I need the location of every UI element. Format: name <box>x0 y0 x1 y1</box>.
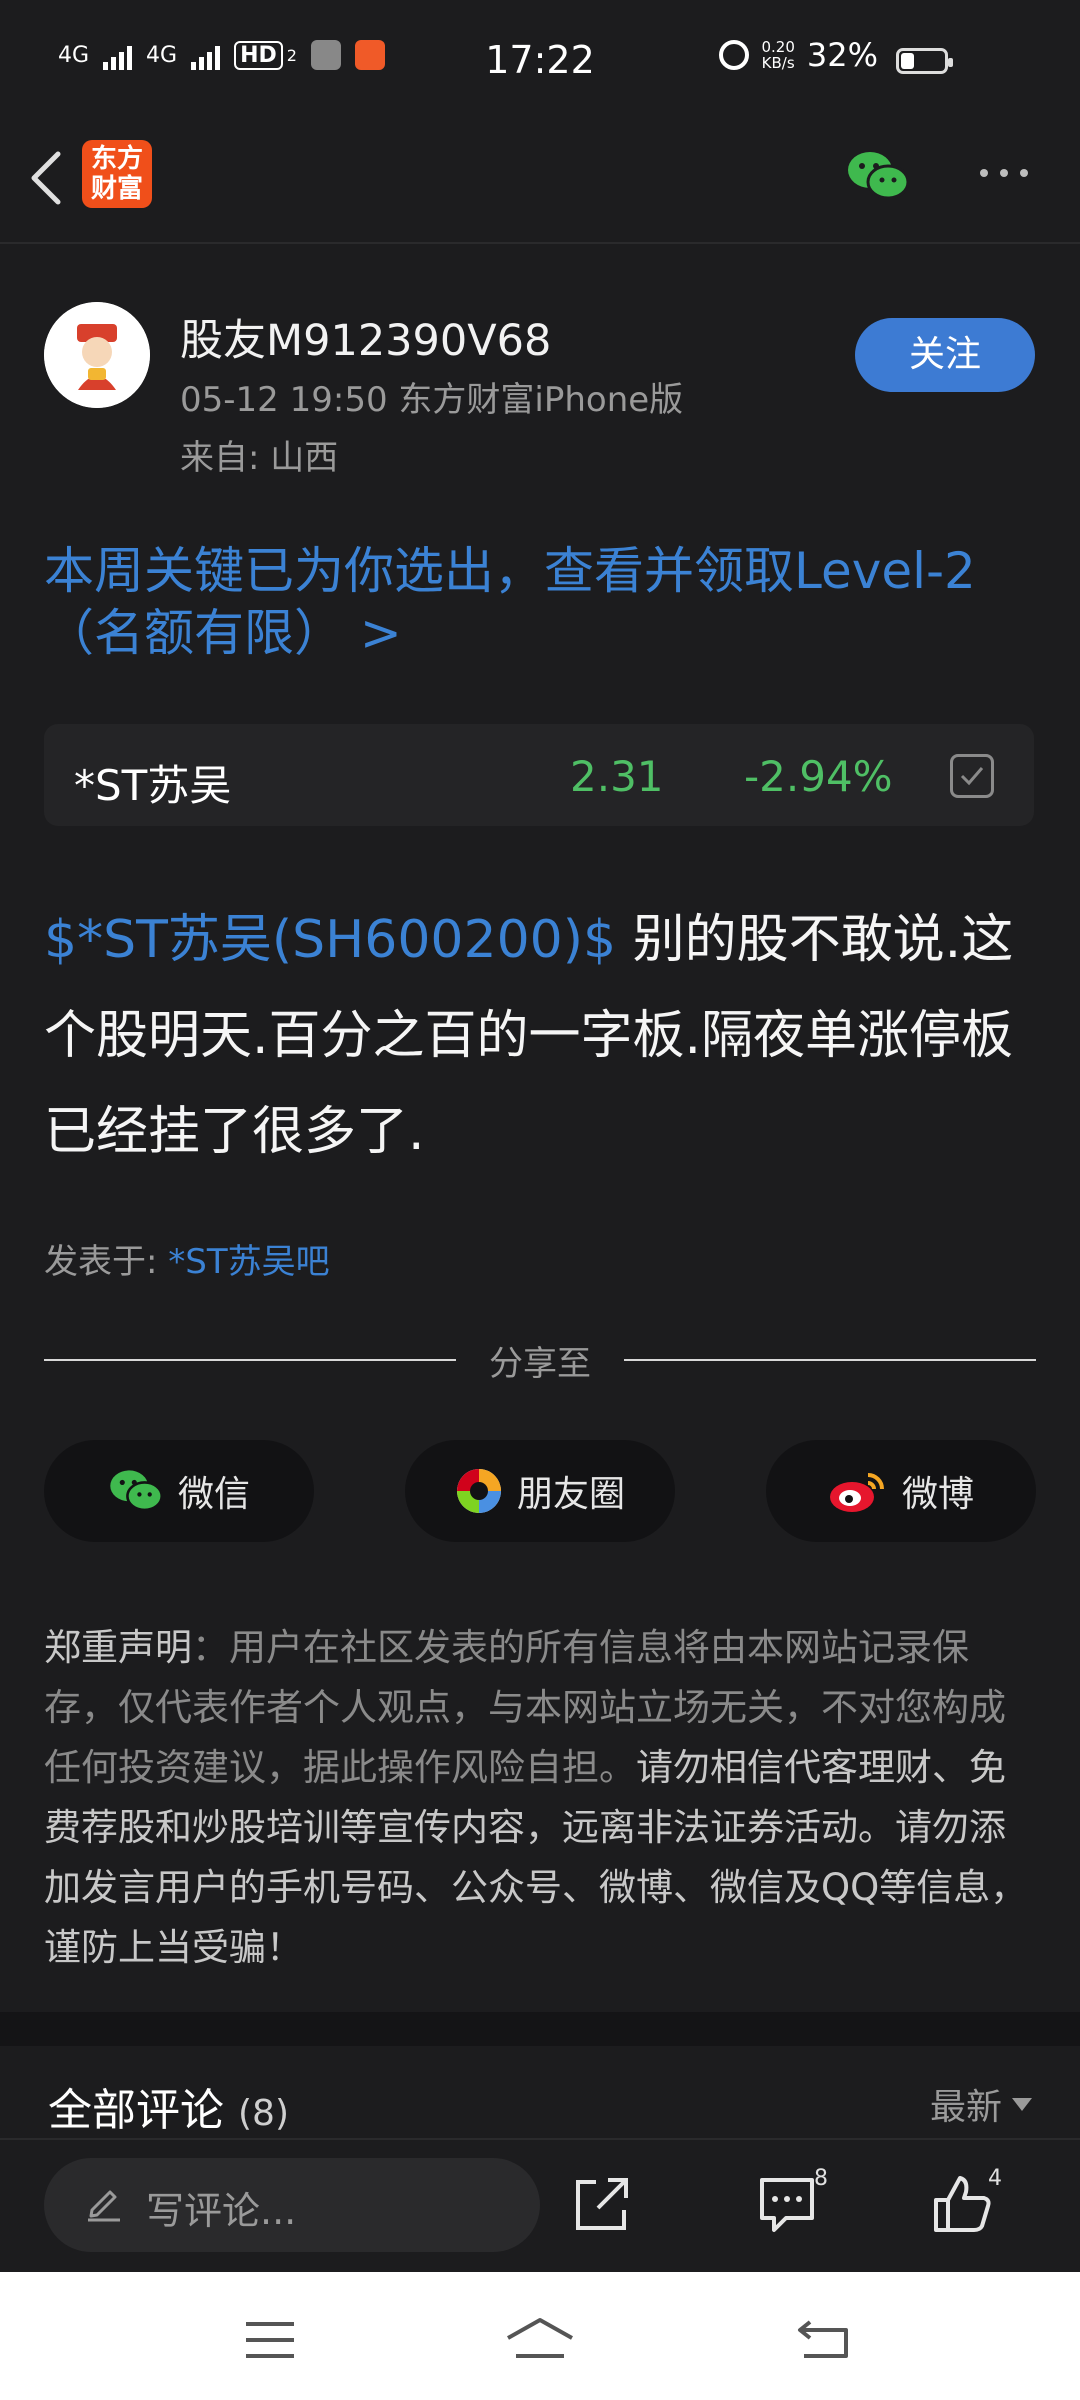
stock-name: *ST苏吴 <box>74 761 232 810</box>
home-icon[interactable] <box>504 2316 576 2360</box>
stock-price: 2.31 <box>570 752 664 801</box>
battery-nub <box>948 58 953 67</box>
battery-level <box>901 53 914 69</box>
system-navigation-bar <box>0 2272 1080 2400</box>
more-icon[interactable] <box>976 160 1032 186</box>
share-wechat-label: 微信 <box>177 1474 250 1515</box>
network-speed: 0.20 KB/s <box>761 39 794 71</box>
watchlist-check-icon[interactable] <box>950 754 994 798</box>
section-divider <box>0 2012 1080 2046</box>
status-bar-content: 4G 4G HD 2 17:22 0.20 KB/s 32% <box>0 0 1080 120</box>
post-content: $*ST苏吴(SH600200)$ 别的股不敢说.这个股明天.百分之百的一字板.… <box>44 892 1034 1180</box>
share-icon[interactable] <box>570 2172 634 2236</box>
comment-count-button[interactable]: 8 <box>756 2166 846 2246</box>
caret-down-icon <box>1012 2097 1032 2111</box>
share-divider-right <box>624 1359 1036 1361</box>
thumbs-up-icon <box>934 2176 991 2232</box>
like-button[interactable]: 4 <box>932 2166 1012 2246</box>
stock-change: -2.94% <box>744 752 893 801</box>
share-wechat-button[interactable]: 微信 <box>44 1440 314 1542</box>
back-nav-icon[interactable] <box>796 2316 852 2360</box>
battery-percent: 32% <box>806 36 878 74</box>
share-weibo-button[interactable]: 微博 <box>766 1440 1036 1542</box>
post-location: 来自: 山西 <box>180 438 339 478</box>
speed-unit: KB/s <box>761 54 795 72</box>
stock-tag-link[interactable]: $*ST苏吴(SH600200)$ <box>44 910 616 970</box>
app-logo[interactable]: 东方 财富 <box>82 140 152 208</box>
post-meta: 05-12 19:50 东方财富iPhone版 <box>180 380 684 420</box>
avatar[interactable] <box>44 302 150 408</box>
share-moments-label: 朋友圈 <box>516 1474 625 1515</box>
disclaimer-head: 郑重声明 <box>44 1626 192 1669</box>
sort-label: 最新 <box>929 2087 1002 2128</box>
share-weibo-label: 微博 <box>901 1474 974 1515</box>
follow-button[interactable]: 关注 <box>855 318 1035 392</box>
wechat-icon <box>110 1470 163 1512</box>
like-badge: 4 <box>988 2166 1002 2191</box>
comments-header: 全部评论 (8) <box>48 2074 289 2138</box>
author-name[interactable]: 股友M912390V68 <box>180 306 551 368</box>
menu-icon[interactable] <box>244 2320 296 2360</box>
comments-title: 全部评论 <box>48 2085 224 2136</box>
share-title: 分享至 <box>489 1344 591 1384</box>
disclaimer: 郑重声明：用户在社区发表的所有信息将由本网站记录保存，仅代表作者个人观点，与本网… <box>44 1618 1036 1978</box>
comment-badge: 8 <box>814 2166 828 2191</box>
wechat-icon[interactable] <box>846 148 910 204</box>
share-divider-left <box>44 1359 456 1361</box>
top-nav-bar <box>0 120 1080 244</box>
alarm-icon <box>719 40 750 70</box>
comments-count: (8) <box>238 2093 289 2134</box>
battery-icon <box>896 48 953 74</box>
sort-dropdown[interactable]: 最新 <box>930 2078 1032 2130</box>
moments-icon <box>456 1469 501 1513</box>
promo-link[interactable]: 本周关键已为你选出，查看并领取Level-2（名额有限） > <box>44 540 1034 664</box>
comment-icon <box>760 2178 814 2232</box>
posted-in-label: 发表于: <box>44 1242 169 1282</box>
pen-icon <box>88 2190 120 2222</box>
posted-in: 发表于: *ST苏吴吧 <box>44 1234 330 1283</box>
speed-value: 0.20 <box>761 38 795 56</box>
back-icon[interactable] <box>26 148 66 208</box>
stock-bar-link[interactable]: *ST苏吴吧 <box>168 1242 329 1282</box>
avatar-image-icon <box>44 302 150 408</box>
comment-placeholder[interactable]: 写评论... <box>146 2180 296 2235</box>
checkmark-icon <box>960 767 984 786</box>
share-moments-button[interactable]: 朋友圈 <box>405 1440 675 1542</box>
logo-line-1: 东方 <box>90 144 143 174</box>
weibo-icon <box>829 1473 884 1512</box>
logo-line-2: 财富 <box>90 174 143 204</box>
